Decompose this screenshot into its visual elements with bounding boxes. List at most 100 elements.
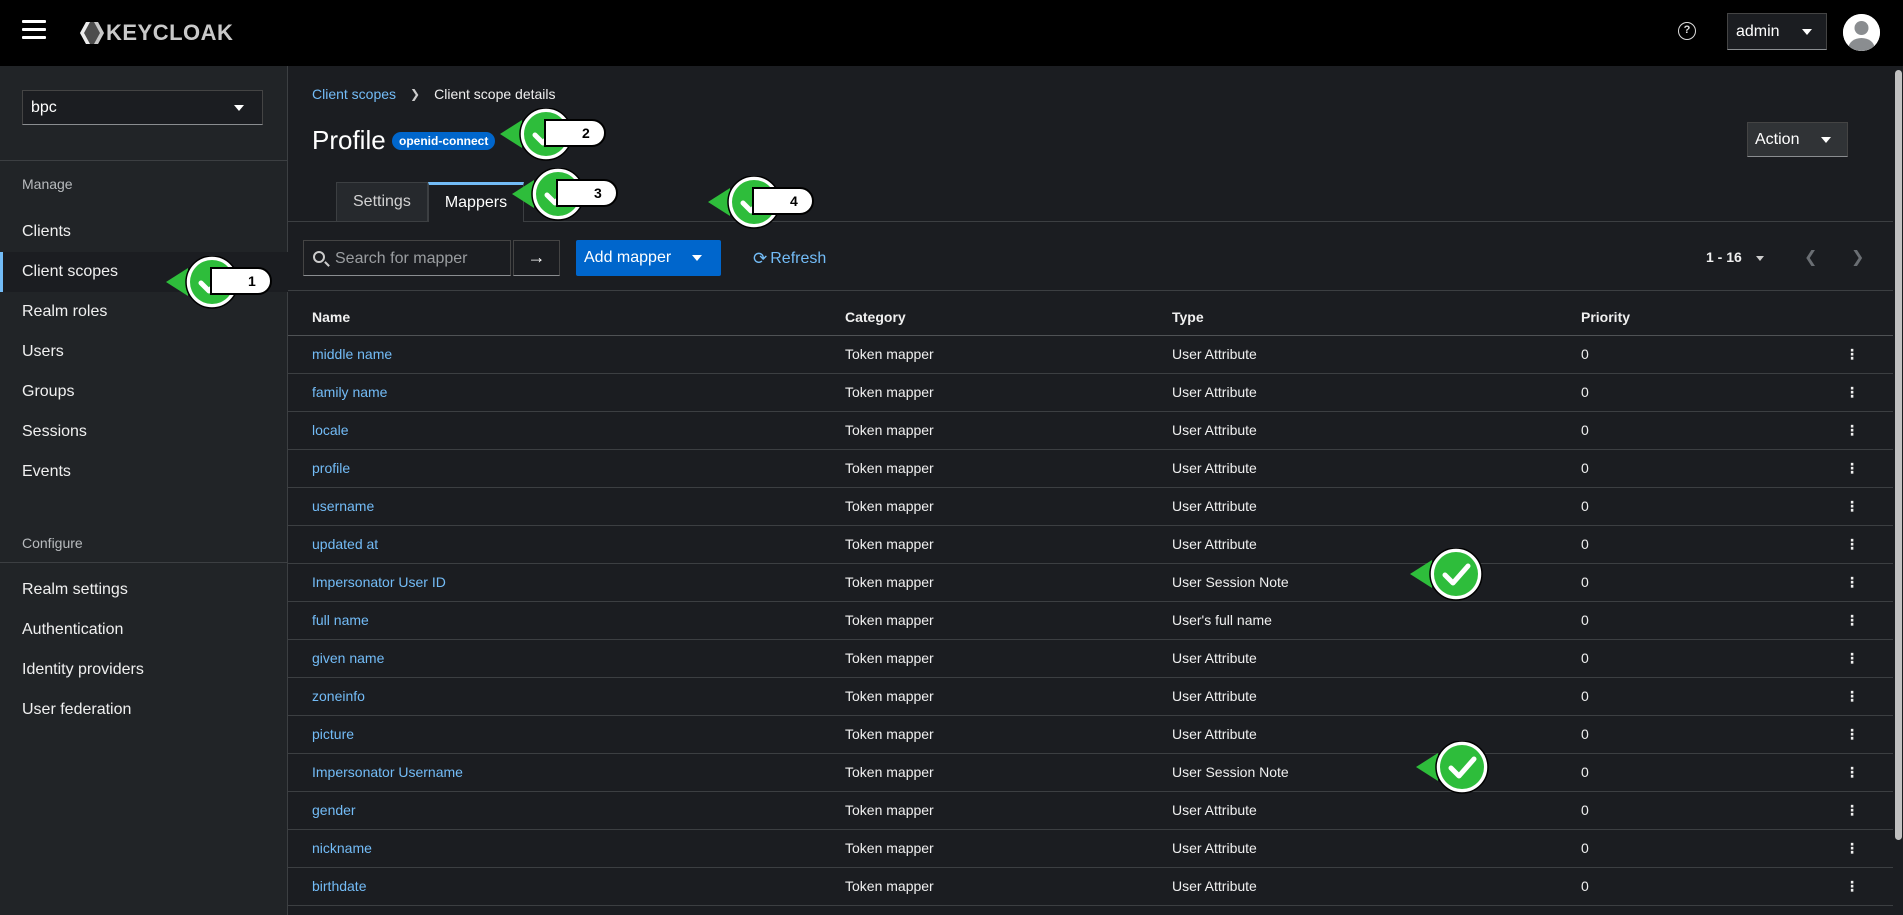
pagination-toggle[interactable]: 1 - 16 xyxy=(1706,249,1742,265)
mapper-name-link[interactable]: updated at xyxy=(288,525,845,564)
realm-name: bpc xyxy=(31,99,57,116)
user-name: admin xyxy=(1736,22,1780,40)
kebab-menu-icon[interactable]: ⋮ xyxy=(1811,867,1893,906)
mapper-priority: 0 xyxy=(1581,601,1811,640)
mapper-category: Token mapper xyxy=(845,867,1172,906)
sidebar-item-realm-settings[interactable]: Realm settings xyxy=(0,570,288,610)
column-header-actions xyxy=(1811,291,1893,336)
logo-text: KEYCLOAK xyxy=(106,20,234,45)
scrollbar[interactable] xyxy=(1893,66,1903,915)
mapper-type: User Attribute xyxy=(1172,677,1581,716)
kebab-menu-icon[interactable]: ⋮ xyxy=(1811,791,1893,830)
mapper-type: User Attribute xyxy=(1172,829,1581,868)
hamburger-menu-icon[interactable] xyxy=(22,20,46,40)
nav-section-configure: Configure xyxy=(22,535,83,551)
breadcrumb-current: Client scope details xyxy=(434,86,556,102)
help-icon[interactable]: ? xyxy=(1678,22,1696,40)
mapper-type: User Attribute xyxy=(1172,449,1581,488)
user-dropdown[interactable]: admin xyxy=(1727,13,1827,50)
mapper-name-link[interactable]: zoneinfo xyxy=(288,677,845,716)
scrollbar-thumb[interactable] xyxy=(1895,70,1902,840)
user-avatar-icon xyxy=(1843,14,1880,51)
kebab-menu-icon[interactable]: ⋮ xyxy=(1811,411,1893,450)
kebab-menu-icon[interactable]: ⋮ xyxy=(1811,563,1893,602)
tab-mappers[interactable]: Mappers xyxy=(427,182,525,222)
mapper-name-link[interactable]: picture xyxy=(288,715,845,754)
search-input[interactable]: Search for mapper xyxy=(303,240,511,276)
kebab-menu-icon[interactable]: ⋮ xyxy=(1811,373,1893,412)
mapper-category: Token mapper xyxy=(845,677,1172,716)
column-header-priority: Priority xyxy=(1581,291,1811,336)
mappers-table: Name Category Type Priority middle name T… xyxy=(288,291,1893,906)
previous-page-icon[interactable]: ❮ xyxy=(1804,247,1817,267)
mapper-name-link[interactable]: birthdate xyxy=(288,867,845,906)
mapper-type: User Attribute xyxy=(1172,335,1581,374)
mapper-name-link[interactable]: profile xyxy=(288,449,845,488)
sidebar-item-clients[interactable]: Clients xyxy=(0,212,288,252)
mapper-name-link[interactable]: given name xyxy=(288,639,845,678)
keycloak-logo[interactable]: KEYCLOAK xyxy=(74,18,233,48)
table-row: given name Token mapper User Attribute 0 ⋮ xyxy=(288,639,1893,678)
kebab-menu-icon[interactable]: ⋮ xyxy=(1811,335,1893,374)
annotation-number: 4 xyxy=(752,187,814,215)
chevron-down-icon[interactable] xyxy=(1756,256,1764,261)
table-row: middle name Token mapper User Attribute 0 ⋮ xyxy=(288,335,1893,374)
breadcrumb-client-scopes-link[interactable]: Client scopes xyxy=(312,86,396,102)
mapper-name-link[interactable]: nickname xyxy=(288,829,845,868)
refresh-label: Refresh xyxy=(770,250,827,267)
tab-settings[interactable]: Settings xyxy=(336,182,428,222)
mapper-name-link[interactable]: Impersonator User ID xyxy=(288,563,845,602)
sidebar-item-sessions[interactable]: Sessions xyxy=(0,412,288,452)
table-row: gender Token mapper User Attribute 0 ⋮ xyxy=(288,791,1893,830)
mapper-name-link[interactable]: locale xyxy=(288,411,845,450)
search-submit-button[interactable]: → xyxy=(513,240,560,276)
chevron-down-icon xyxy=(692,255,702,261)
kebab-menu-icon[interactable]: ⋮ xyxy=(1811,639,1893,678)
kebab-menu-icon[interactable]: ⋮ xyxy=(1811,829,1893,868)
kebab-menu-icon[interactable]: ⋮ xyxy=(1811,525,1893,564)
mapper-category: Token mapper xyxy=(845,715,1172,754)
action-dropdown[interactable]: Action xyxy=(1747,122,1848,157)
mapper-priority: 0 xyxy=(1581,411,1811,450)
annotation-number: 3 xyxy=(556,179,618,207)
sidebar-item-users[interactable]: Users xyxy=(0,332,288,372)
sidebar-item-events[interactable]: Events xyxy=(0,452,288,492)
add-mapper-button[interactable]: Add mapper xyxy=(576,240,721,276)
mapper-priority: 0 xyxy=(1581,525,1811,564)
mapper-name-link[interactable]: Impersonator Username xyxy=(288,753,845,792)
mapper-category: Token mapper xyxy=(845,753,1172,792)
kebab-menu-icon[interactable]: ⋮ xyxy=(1811,753,1893,792)
sidebar-item-identity-providers[interactable]: Identity providers xyxy=(0,650,288,690)
mapper-category: Token mapper xyxy=(845,487,1172,526)
avatar[interactable] xyxy=(1843,14,1880,51)
kebab-menu-icon[interactable]: ⋮ xyxy=(1811,601,1893,640)
table-row: family name Token mapper User Attribute 0 ⋮ xyxy=(288,373,1893,412)
next-page-icon[interactable]: ❯ xyxy=(1851,247,1864,267)
kebab-menu-icon[interactable]: ⋮ xyxy=(1811,449,1893,488)
add-mapper-label: Add mapper xyxy=(584,249,672,266)
mapper-name-link[interactable]: gender xyxy=(288,791,845,830)
mapper-name-link[interactable]: family name xyxy=(288,373,845,412)
kebab-menu-icon[interactable]: ⋮ xyxy=(1811,487,1893,526)
mapper-category: Token mapper xyxy=(845,411,1172,450)
mapper-priority: 0 xyxy=(1581,487,1811,526)
column-header-category: Category xyxy=(845,291,1172,336)
mapper-priority: 0 xyxy=(1581,829,1811,868)
refresh-button[interactable]: ⟳ Refresh xyxy=(753,249,826,269)
column-header-type: Type xyxy=(1172,291,1581,336)
kebab-menu-icon[interactable]: ⋮ xyxy=(1811,715,1893,754)
mapper-name-link[interactable]: middle name xyxy=(288,335,845,374)
sidebar-item-groups[interactable]: Groups xyxy=(0,372,288,412)
table-row: locale Token mapper User Attribute 0 ⋮ xyxy=(288,411,1893,450)
kebab-menu-icon[interactable]: ⋮ xyxy=(1811,677,1893,716)
mapper-type: User Attribute xyxy=(1172,525,1581,564)
sidebar-item-user-federation[interactable]: User federation xyxy=(0,690,288,730)
sidebar-item-authentication[interactable]: Authentication xyxy=(0,610,288,650)
mapper-name-link[interactable]: full name xyxy=(288,601,845,640)
table-header-row: Name Category Type Priority xyxy=(288,291,1893,336)
mapper-category: Token mapper xyxy=(845,449,1172,488)
mapper-type: User Session Note xyxy=(1172,563,1581,602)
mapper-name-link[interactable]: username xyxy=(288,487,845,526)
realm-selector[interactable]: bpc xyxy=(22,90,263,125)
mapper-priority: 0 xyxy=(1581,791,1811,830)
